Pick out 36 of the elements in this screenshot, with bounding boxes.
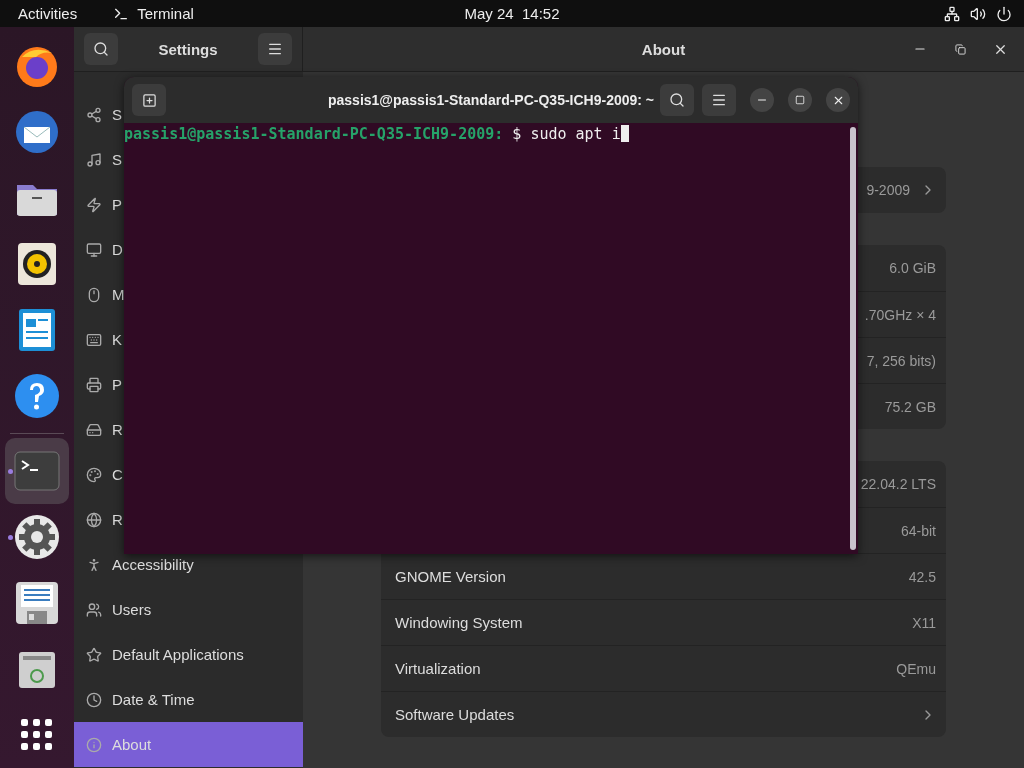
- row-value: X11: [912, 614, 936, 631]
- sidebar-item[interactable]: S: [74, 149, 122, 170]
- sidebar-item[interactable]: Accessibility: [74, 554, 194, 575]
- sidebar-item[interactable]: P: [74, 374, 122, 395]
- terminal-line: passis1@passis1-Standard-PC-Q35-ICH9-2009: $ sudo apt i: [124, 123, 848, 554]
- clock[interactable]: May 24 14:52: [464, 5, 560, 22]
- row-value: 42.5: [908, 568, 936, 585]
- window-title: passis1@passis1-Standard-PC-Q35-ICH9-2009: ~: [327, 92, 655, 108]
- row-value: 22.04.2 LTS: [860, 476, 936, 492]
- row-value: QEmu: [896, 660, 936, 677]
- sidebar-item[interactable]: M: [74, 284, 125, 305]
- row-value: 64-bit: [900, 522, 936, 539]
- activities-button[interactable]: Activities: [18, 5, 78, 22]
- row-label: GNOME Version: [395, 568, 506, 585]
- sidebar-item[interactable]: P: [74, 194, 122, 215]
- row-label: Windowing System: [395, 614, 523, 631]
- sidebar-item[interactable]: R: [74, 509, 123, 530]
- page-title: About: [641, 40, 686, 58]
- sidebar-item[interactable]: C: [74, 464, 123, 485]
- sidebar-item[interactable]: K: [74, 329, 122, 350]
- row-value: .70GHz × 4: [864, 306, 936, 323]
- row-value: 75.2 GB: [884, 398, 936, 415]
- sidebar-item[interactable]: Users: [74, 599, 152, 620]
- sidebar-item[interactable]: S: [74, 104, 122, 125]
- row-label: Software Updates: [395, 706, 515, 723]
- row-value: 6.0 GiB: [889, 260, 936, 276]
- sidebar-item[interactable]: R: [74, 419, 123, 440]
- row-label: Virtualization: [395, 660, 481, 677]
- row-value: 9-2009: [866, 182, 910, 198]
- sidebar-item[interactable]: Default Applications: [74, 644, 244, 665]
- sidebar-title: Settings: [158, 40, 218, 58]
- sidebar-item[interactable]: About: [74, 722, 303, 767]
- sidebar-item[interactable]: D: [74, 239, 123, 260]
- sidebar-item[interactable]: Date & Time: [74, 689, 195, 710]
- app-menu[interactable]: Terminal: [137, 5, 194, 22]
- row-value: 7, 256 bits): [866, 352, 936, 369]
